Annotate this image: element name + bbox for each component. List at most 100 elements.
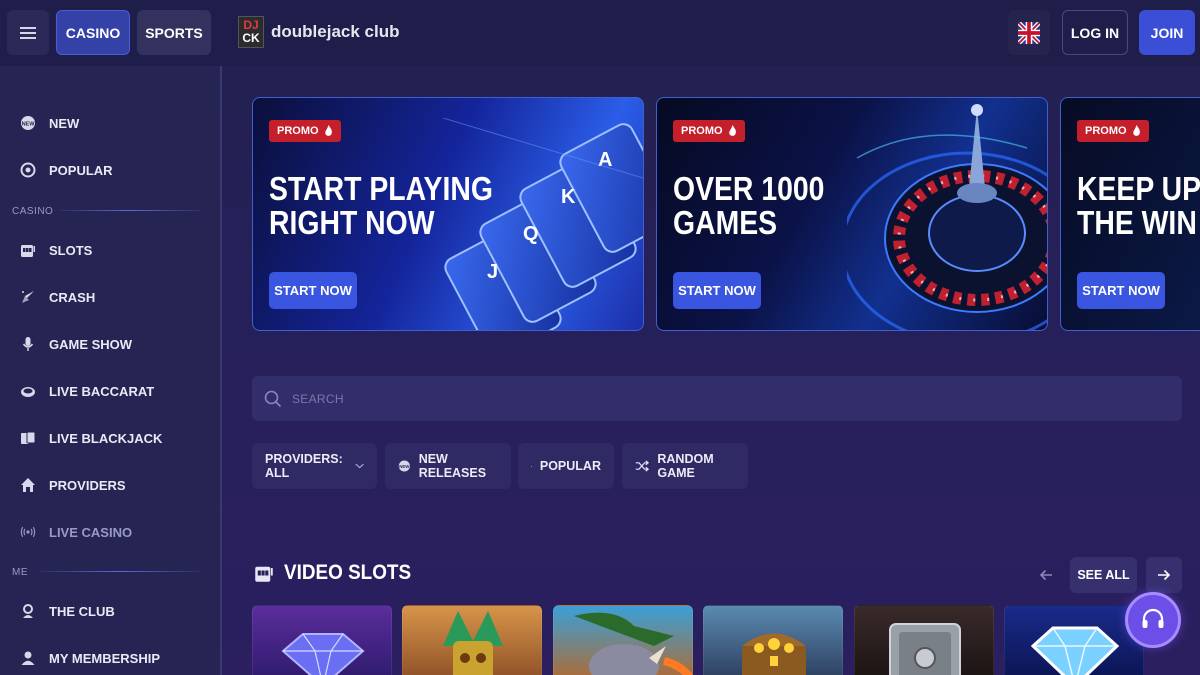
promo-tag-label: PROMO (1085, 125, 1127, 137)
user-icon (20, 650, 36, 666)
new-releases-filter[interactable]: NEW NEW RELEASES (385, 443, 511, 489)
promo-tag: PROMO (1077, 120, 1149, 142)
random-game-label: RANDOM GAME (657, 452, 714, 480)
providers-filter-label: PROVIDERS: ALL (265, 452, 343, 480)
see-all-button[interactable]: SEE ALL (1070, 557, 1137, 593)
live-signal-icon (20, 524, 36, 540)
join-button[interactable]: JOIN (1139, 10, 1195, 55)
scroll-right-button[interactable] (1146, 557, 1182, 593)
language-selector[interactable] (1008, 10, 1050, 55)
promo-banner-keep-up[interactable]: PROMO KEEP UP THE WIN START NOW (1060, 97, 1200, 331)
support-chat-button[interactable] (1125, 592, 1181, 648)
sidebar-item-label: LIVE CASINO (49, 524, 133, 540)
providers-filter[interactable]: PROVIDERS: ALL (252, 443, 377, 489)
club-badge-icon (20, 603, 36, 619)
banner-title: KEEP UP THE WIN (1077, 172, 1200, 240)
svg-text:NEW: NEW (22, 122, 36, 128)
microphone-icon (20, 336, 36, 352)
banner-title-line2: GAMES (673, 204, 778, 241)
divider (40, 571, 200, 572)
svg-text:NEW: NEW (399, 464, 410, 469)
logo-mark: DJ CK (238, 16, 264, 48)
svg-text:K: K (561, 186, 576, 208)
chevron-down-icon (355, 463, 364, 469)
treasure-chest-icon (742, 633, 806, 675)
svg-text:Q: Q (523, 223, 539, 245)
search-bar (252, 376, 1182, 421)
flame-icon (324, 125, 332, 136)
random-game-button[interactable]: RANDOM GAME (622, 443, 748, 489)
sidebar: NEW NEW POPULAR CASINO SLOTS CRASH GAME … (0, 66, 222, 675)
banner-title-line1: START PLAYING (269, 170, 493, 207)
tab-casino[interactable]: CASINO (56, 10, 130, 55)
divider (60, 210, 200, 211)
search-input[interactable] (292, 391, 692, 406)
sidebar-item-label: MY MEMBERSHIP (49, 650, 160, 666)
promo-tag-label: PROMO (681, 125, 723, 137)
roulette-wheel-art (847, 104, 1047, 330)
banner-title: START PLAYING RIGHT NOW (269, 172, 493, 240)
sidebar-section-casino: CASINO (12, 206, 54, 217)
login-button[interactable]: LOG IN (1062, 10, 1128, 55)
promo-tag: PROMO (673, 120, 745, 142)
game-tile-aztec[interactable] (402, 605, 542, 675)
sidebar-item-live-blackjack[interactable]: LIVE BLACKJACK (0, 418, 220, 458)
banner-title-line1: OVER 1000 (673, 170, 825, 207)
banner-title: OVER 1000 GAMES (673, 172, 824, 240)
popular-filter[interactable]: POPULAR (518, 443, 614, 489)
start-now-button[interactable]: START NOW (1077, 272, 1165, 309)
top-bar: CASINO SPORTS DJ CK doublejack club LOG … (0, 0, 1200, 66)
sidebar-item-label: PROVIDERS (49, 477, 126, 493)
slot-machine-icon (20, 242, 36, 258)
section-title: VIDEO SLOTS (284, 561, 412, 584)
sidebar-item-providers[interactable]: PROVIDERS (0, 465, 220, 505)
gem-icon (1030, 626, 1120, 675)
start-now-button[interactable]: START NOW (673, 272, 761, 309)
sidebar-item-live-baccarat[interactable]: LIVE BACCARAT (0, 371, 220, 411)
sidebar-item-label: POPULAR (49, 162, 113, 178)
flame-icon (728, 125, 736, 136)
new-badge-icon: NEW (20, 115, 36, 131)
sidebar-item-label: LIVE BACCARAT (49, 383, 155, 399)
sidebar-item-my-membership[interactable]: MY MEMBERSHIP (0, 638, 220, 675)
search-icon (264, 390, 282, 407)
new-releases-label: NEW RELEASES (418, 452, 487, 480)
shuffle-icon (635, 460, 650, 472)
rocket-icon (20, 289, 36, 305)
sidebar-item-label: LIVE BLACKJACK (49, 430, 163, 446)
new-badge-icon: NEW (398, 460, 410, 472)
svg-text:J: J (487, 261, 498, 283)
rhino-icon (574, 612, 692, 675)
banner-title-line2: RIGHT NOW (269, 204, 435, 241)
tab-sports[interactable]: SPORTS (137, 10, 211, 55)
slot-machine-icon (255, 566, 273, 582)
banner-title-line1: KEEP UP (1077, 170, 1200, 207)
game-tile-treasure[interactable] (703, 605, 843, 675)
game-tile-gem[interactable] (1004, 605, 1144, 675)
game-tile-safe[interactable] (854, 605, 994, 675)
flame-icon (531, 465, 532, 467)
sidebar-item-label: NEW (49, 115, 80, 131)
sidebar-item-popular[interactable]: POPULAR (0, 150, 220, 190)
scroll-left-button[interactable] (1028, 557, 1064, 593)
sidebar-item-the-club[interactable]: THE CLUB (0, 591, 220, 631)
sidebar-item-new[interactable]: NEW NEW (0, 103, 220, 143)
sidebar-item-slots[interactable]: SLOTS (0, 230, 220, 270)
sidebar-item-label: CRASH (49, 289, 96, 305)
sidebar-item-crash[interactable]: CRASH (0, 277, 220, 317)
game-tile-diamond[interactable] (252, 605, 392, 675)
brand-logo[interactable]: DJ CK doublejack club (238, 16, 399, 48)
sidebar-item-live-casino[interactable]: LIVE CASINO (0, 512, 220, 552)
sidebar-item-game-show[interactable]: GAME SHOW (0, 324, 220, 364)
promo-banner-over-1000-games[interactable]: PROMO OVER 1000 GAMES START NOW (656, 97, 1048, 331)
headset-icon (1142, 608, 1164, 628)
promo-banner-start-playing[interactable]: AKQ J PROMO START PLAYING RIGHT NOW START… (252, 97, 644, 331)
promo-tag: PROMO (269, 120, 341, 142)
game-tile-rhino[interactable] (553, 605, 693, 675)
menu-button[interactable] (7, 10, 49, 55)
svg-text:A: A (598, 149, 612, 171)
sidebar-item-label: SLOTS (49, 242, 93, 258)
house-icon (20, 477, 36, 493)
start-now-button[interactable]: START NOW (269, 272, 357, 309)
sidebar-item-label: GAME SHOW (49, 336, 133, 352)
